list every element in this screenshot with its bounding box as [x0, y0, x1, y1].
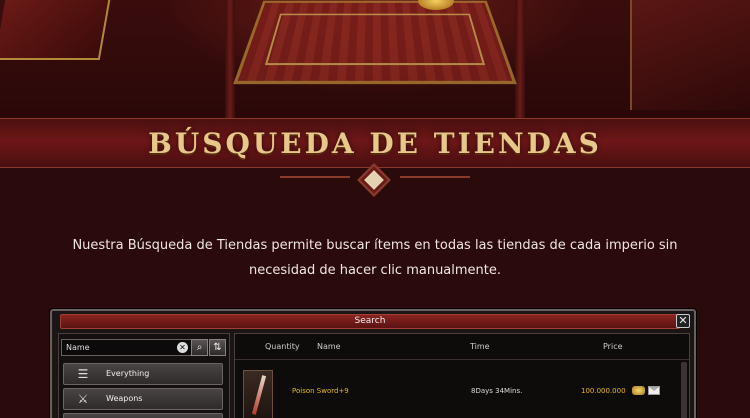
decorative-pillar — [515, 0, 525, 120]
banner-ornament — [0, 168, 750, 198]
sword-icon: ⚔ — [74, 391, 92, 407]
mail-icon[interactable] — [648, 386, 660, 395]
item-price: 100.000.000 — [581, 387, 626, 395]
header-scene — [0, 0, 750, 120]
gold-coin-icon — [632, 386, 645, 395]
poison-sword-icon — [243, 370, 273, 418]
sort-button[interactable]: ⇅ — [209, 339, 226, 356]
column-price[interactable]: Price — [603, 334, 623, 360]
decorative-chest — [0, 0, 110, 60]
filter-pane: ✕ ⌕ ⇅ ☰ Everything ⚔ Weapons — [58, 333, 230, 418]
description-line: Nuestra Búsqueda de Tiendas permite busc… — [40, 233, 710, 258]
search-button[interactable]: ⌕ — [191, 339, 208, 356]
sort-icon: ⇅ — [213, 342, 221, 353]
table-row[interactable]: Poison Sword+9 8Days 34Mins. 100.000.000 — [239, 366, 679, 418]
page-title: BÚSQUEDA DE TIENDAS — [148, 127, 602, 160]
results-pane: Quantity Name Time Price Poison Sword+9 … — [234, 333, 690, 418]
column-time[interactable]: Time — [470, 334, 490, 360]
category-label: Weapons — [106, 389, 142, 409]
category-weapons[interactable]: ⚔ Weapons — [63, 388, 223, 410]
list-icon: ☰ — [74, 366, 92, 382]
title-banner: BÚSQUEDA DE TIENDAS — [0, 118, 750, 168]
decorative-carpet — [233, 1, 517, 84]
close-icon[interactable]: ✕ — [676, 314, 690, 328]
item-time: 8Days 34Mins. — [471, 387, 522, 395]
results-header: Quantity Name Time Price — [235, 334, 689, 360]
category-next[interactable] — [63, 413, 223, 418]
search-input[interactable] — [61, 339, 194, 356]
decorative-pillar — [225, 0, 235, 120]
window-title-bar[interactable]: Search — [60, 314, 680, 329]
column-quantity[interactable]: Quantity — [265, 334, 300, 360]
shop-search-window: Search ✕ ✕ ⌕ ⇅ ☰ Everything ⚔ Weapons Qu… — [50, 309, 696, 418]
feature-description: Nuestra Búsqueda de Tiendas permite busc… — [40, 233, 710, 283]
item-name: Poison Sword+9 — [292, 387, 349, 395]
description-line: necesidad de hacer clic manualmente. — [40, 258, 710, 283]
column-name[interactable]: Name — [317, 334, 341, 360]
decorative-chest-right — [630, 0, 750, 110]
results-scrollbar[interactable] — [681, 362, 687, 418]
category-everything[interactable]: ☰ Everything — [63, 363, 223, 385]
category-label: Everything — [106, 364, 149, 384]
search-icon: ⌕ — [197, 342, 203, 353]
clear-icon[interactable]: ✕ — [177, 342, 188, 353]
diamond-icon — [360, 166, 388, 194]
